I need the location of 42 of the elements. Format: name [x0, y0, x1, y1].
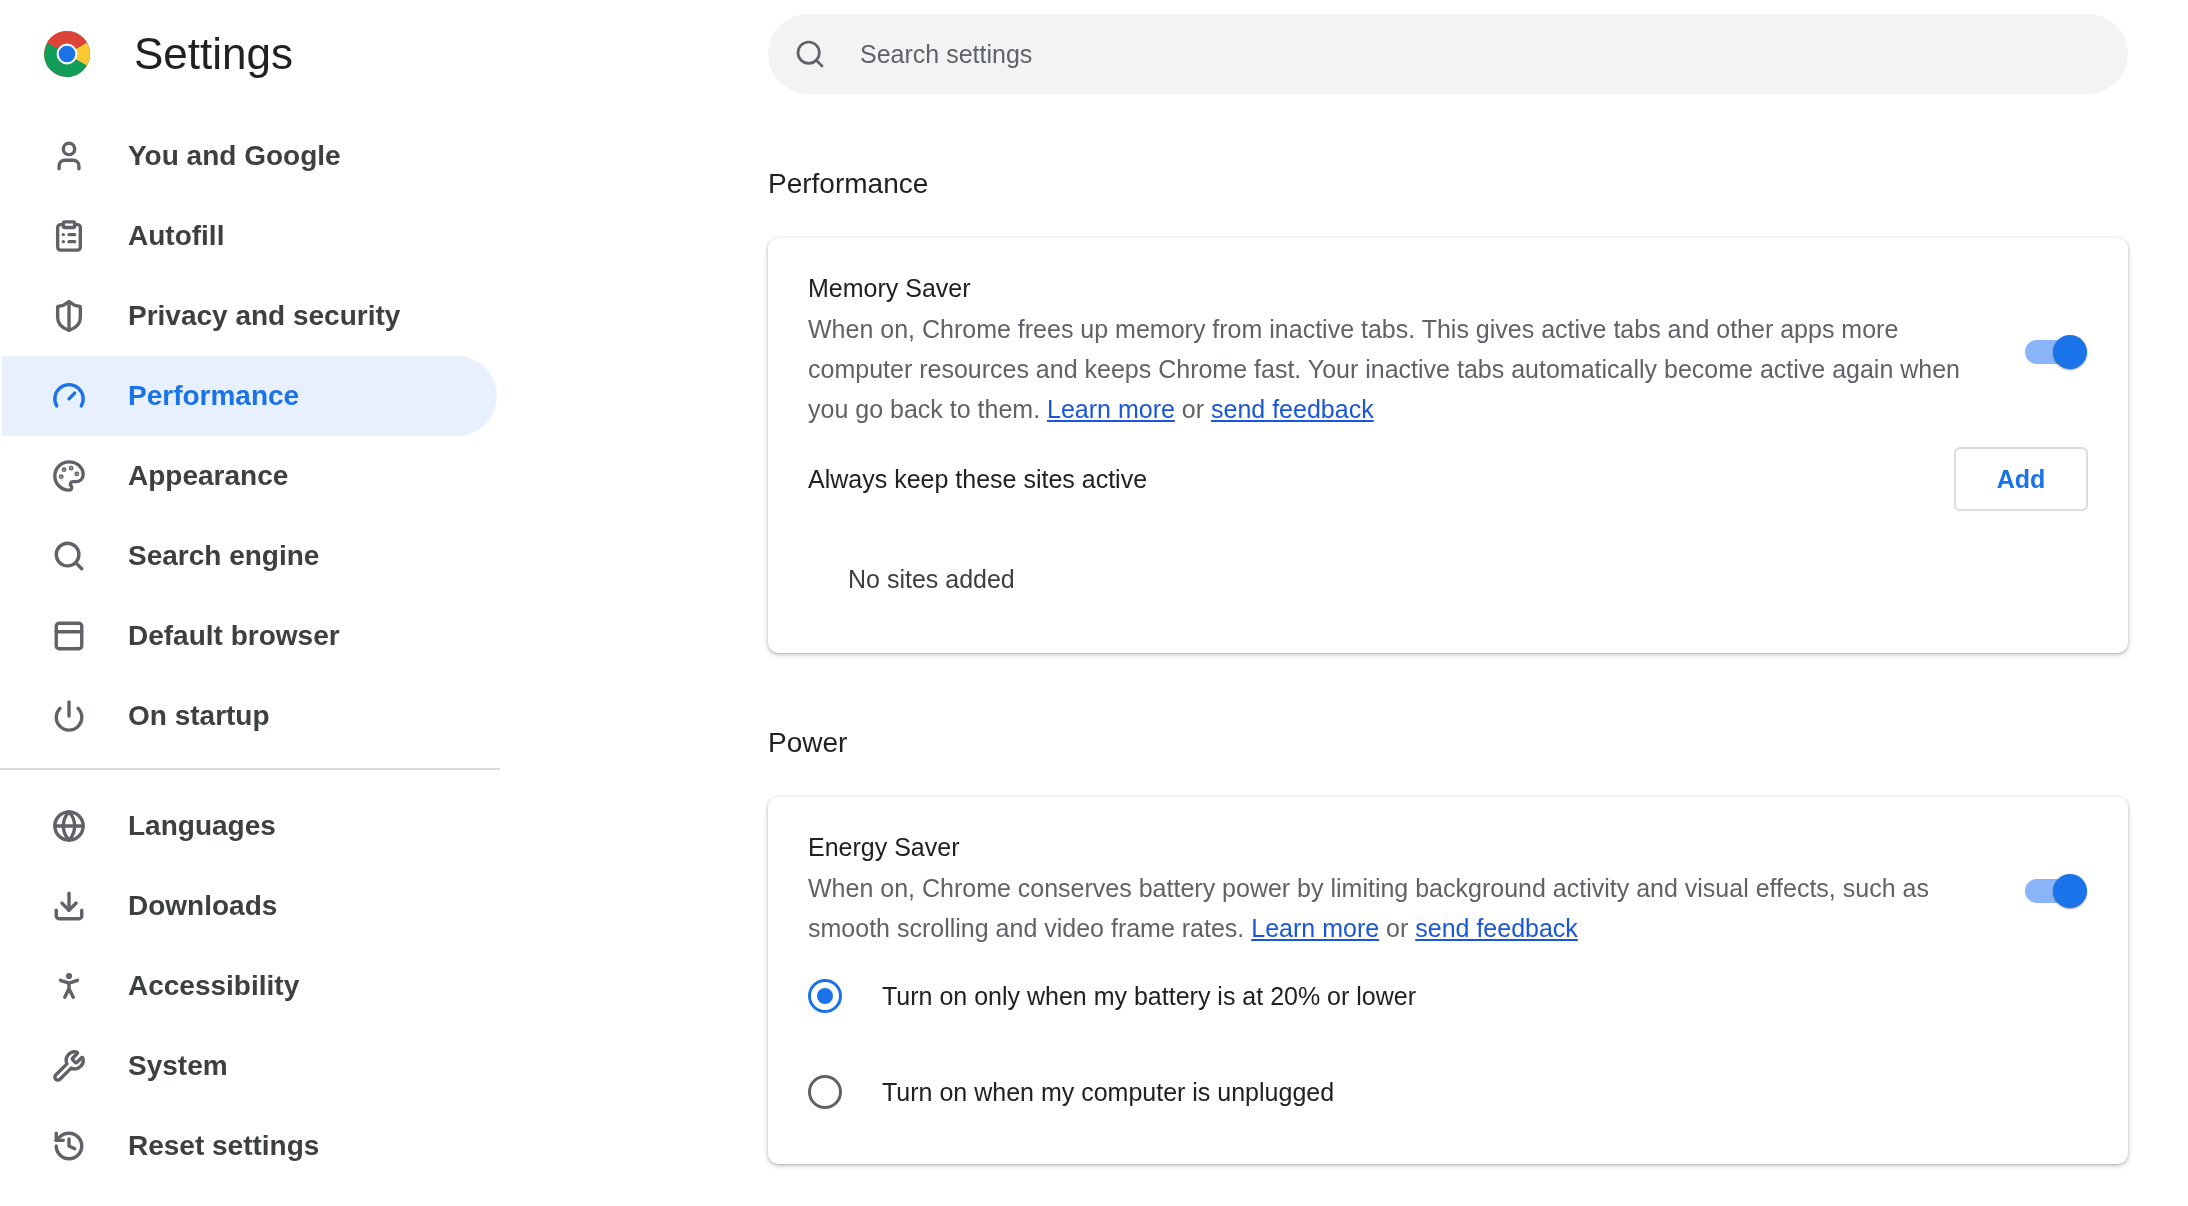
- sidebar-item[interactable]: Reset settings: [2, 1106, 497, 1186]
- radio-button[interactable]: [808, 1075, 842, 1109]
- search-field[interactable]: Search settings: [768, 14, 2128, 94]
- description-text: When on, Chrome frees up memory from inactive tabs. This gives active tabs and other apps more computer resources and keeps Chrome fast. Your inactive tabs automatically become active again when you go back to them. Learn more or send feedback: [808, 314, 1961, 425]
- power-icon: [52, 699, 86, 733]
- download-icon: [52, 889, 86, 923]
- link[interactable]: send feedback: [1211, 395, 1374, 423]
- card-title: Energy Saver: [808, 833, 961, 862]
- sidebar-item[interactable]: On startup: [2, 676, 497, 756]
- sidebar-item[interactable]: Autofill: [2, 196, 497, 276]
- add-button[interactable]: Add: [1954, 447, 2088, 511]
- search-icon: [52, 539, 86, 573]
- sidebar-item[interactable]: Search engine: [2, 516, 497, 596]
- browser-window-icon: [52, 619, 86, 653]
- search-icon: [794, 38, 826, 70]
- sidebar-item[interactable]: Performance: [2, 356, 497, 436]
- sidebar-item[interactable]: You and Google: [2, 116, 497, 196]
- sidebar-item[interactable]: Default browser: [2, 596, 497, 676]
- browser-logo-icon: [42, 29, 92, 79]
- sidebar-item[interactable]: Languages: [2, 786, 497, 866]
- radio-label: Turn on only when my battery is at 20% or lower: [882, 981, 1417, 1011]
- sidebar-item[interactable]: Accessibility: [2, 946, 497, 1026]
- palette-icon: [52, 459, 86, 493]
- globe-icon: [52, 809, 86, 843]
- sidebar-item[interactable]: Appearance: [2, 436, 497, 516]
- radio-label: Turn on when my computer is unplugged: [882, 1077, 1335, 1107]
- wrench-icon: [52, 1049, 86, 1083]
- history-icon: [52, 1129, 86, 1163]
- page-title: Settings: [134, 29, 293, 79]
- radio-button[interactable]: [808, 979, 842, 1013]
- sidebar-item[interactable]: Downloads: [2, 866, 497, 946]
- sidebar-item[interactable]: Privacy and security: [2, 276, 497, 356]
- link[interactable]: Learn more: [1251, 914, 1380, 942]
- row-label: Always keep these sites active: [808, 464, 1148, 494]
- card-title: Memory Saver: [808, 274, 972, 303]
- sidebar-item[interactable]: System: [2, 1026, 497, 1106]
- link[interactable]: send feedback: [1415, 914, 1578, 942]
- empty-note: No sites added: [847, 564, 1015, 594]
- section-heading: Power: [768, 727, 849, 759]
- section-heading: Performance: [768, 168, 930, 200]
- link[interactable]: Learn more: [1047, 395, 1175, 423]
- description-text: When on, Chrome conserves battery power by limiting background activity and visual effects, such as smooth scrolling and video frame rates. Learn more or send feedback: [808, 873, 1930, 944]
